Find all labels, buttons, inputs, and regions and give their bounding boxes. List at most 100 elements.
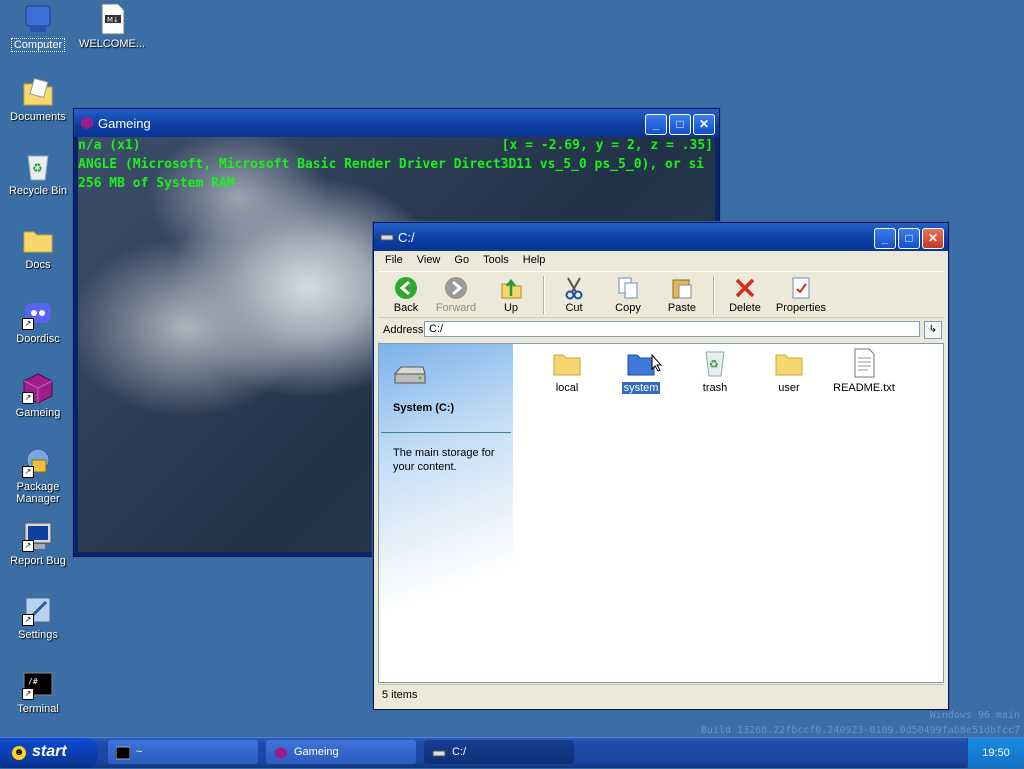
- hud-fps: n/a (x1): [78, 138, 141, 153]
- desktop-icon-label: WELCOME...: [78, 38, 145, 50]
- copy-icon: [616, 276, 640, 300]
- address-input[interactable]: [424, 321, 920, 337]
- hud-memory: 256 MB of System RAM: [78, 176, 235, 191]
- menu-help[interactable]: Help: [516, 251, 553, 269]
- properties-button[interactable]: Properties: [771, 274, 831, 314]
- discord-icon: ↗: [22, 298, 54, 330]
- drive-icon: [380, 230, 394, 244]
- smiley-icon: ☻: [12, 746, 26, 760]
- desktop-icon-welcome[interactable]: M↓ WELCOME...: [77, 3, 147, 50]
- menu-bar: File View Go Tools Help: [378, 251, 944, 271]
- package-icon: ↗: [22, 446, 54, 478]
- settings-icon: ↗: [22, 594, 54, 626]
- close-button[interactable]: ✕: [922, 228, 944, 249]
- drive-icon: [432, 745, 446, 759]
- start-label: start: [32, 743, 67, 760]
- desktop-icon-doordisc[interactable]: ↗ Doordisc: [3, 298, 73, 345]
- markdown-file-icon: M↓: [96, 3, 128, 35]
- toolbar-separator: [713, 276, 715, 314]
- desktop-icon-label: Settings: [18, 629, 58, 641]
- cube-icon: [274, 745, 288, 759]
- cut-button[interactable]: Cut: [548, 274, 600, 314]
- minimize-button[interactable]: _: [874, 228, 896, 249]
- desktop-icon-label: Terminal: [17, 703, 59, 715]
- terminal-icon: [115, 745, 131, 760]
- build-watermark-line1: Windows 96 main: [929, 710, 1020, 721]
- menu-tools[interactable]: Tools: [476, 251, 516, 269]
- hud-renderer: ANGLE (Microsoft, Microsoft Basic Render…: [78, 157, 705, 172]
- task-label: ~: [136, 746, 143, 758]
- desktop-icon-settings[interactable]: ↗ Settings: [3, 594, 73, 641]
- desktop-icon-docs[interactable]: Docs: [3, 224, 73, 271]
- file-label: user: [778, 382, 800, 394]
- maximize-button[interactable]: □: [898, 228, 920, 249]
- desktop-icon-computer[interactable]: Computer: [3, 3, 73, 52]
- file-item-readme[interactable]: README.txt: [829, 348, 899, 394]
- task-label: Gameing: [294, 746, 339, 758]
- paste-label: Paste: [667, 302, 697, 314]
- desktop-icon-gameing[interactable]: ↗ Gameing: [3, 372, 73, 419]
- toolbar-separator: [543, 276, 545, 314]
- copy-label: Copy: [615, 302, 641, 314]
- terminal-icon: /# ↗: [22, 668, 54, 700]
- desktop-icon-recycle-bin[interactable]: ♻ Recycle Bin: [3, 150, 73, 197]
- back-button[interactable]: Back: [380, 274, 432, 314]
- go-arrow-icon[interactable]: ↳: [924, 321, 942, 339]
- computer-icon: [22, 3, 54, 35]
- delete-button[interactable]: Delete: [719, 274, 771, 314]
- file-item-trash[interactable]: ♻ trash: [684, 348, 746, 394]
- folder-icon: [22, 224, 54, 256]
- file-item-local[interactable]: local: [536, 348, 598, 394]
- taskbar-item-terminal[interactable]: ~: [108, 740, 258, 764]
- svg-text:/#: /#: [28, 677, 38, 686]
- forward-button[interactable]: Forward: [430, 274, 482, 314]
- explorer-titlebar[interactable]: C:/ _ □ ✕: [374, 223, 948, 251]
- text-file-icon: [849, 348, 879, 378]
- back-arrow-icon: [394, 276, 418, 300]
- minimize-button[interactable]: _: [645, 114, 667, 135]
- desktop-icon-package-manager[interactable]: ↗ Package Manager: [3, 446, 73, 505]
- svg-text:M↓: M↓: [107, 16, 119, 24]
- cut-label: Cut: [565, 302, 583, 314]
- status-text: 5 items: [382, 689, 418, 701]
- taskbar-item-gameing[interactable]: Gameing: [266, 740, 416, 764]
- desktop-icon-terminal[interactable]: /# ↗ Terminal: [3, 668, 73, 715]
- desktop-icon-documents[interactable]: Documents: [3, 76, 73, 123]
- start-button[interactable]: ☻ start: [0, 738, 98, 768]
- game-window-titlebar[interactable]: Gameing _ □ ✕: [74, 109, 719, 137]
- maximize-button[interactable]: □: [669, 114, 691, 135]
- file-view[interactable]: System (C:) The main storage for your co…: [378, 343, 944, 683]
- desktop-icon-label: Package Manager: [16, 481, 60, 505]
- hard-drive-icon: [393, 364, 427, 389]
- file-item-user[interactable]: user: [758, 348, 820, 394]
- explorer-window[interactable]: C:/ _ □ ✕ File View Go Tools Help Back Forwa…: [373, 222, 949, 710]
- menu-file[interactable]: File: [378, 251, 410, 269]
- close-button[interactable]: ✕: [693, 114, 715, 135]
- up-folder-icon: [499, 276, 523, 300]
- cube-icon: ↗: [22, 372, 54, 404]
- taskbar-item-explorer[interactable]: C:/: [424, 740, 574, 764]
- folder-icon: [552, 348, 582, 378]
- monitor-bug-icon: ↗: [22, 520, 54, 552]
- window-title: Gameing: [98, 116, 151, 131]
- desktop-icon-report-bug[interactable]: ↗ Report Bug: [3, 520, 73, 567]
- drive-title: System (C:): [393, 402, 455, 414]
- status-bar: 5 items: [378, 684, 944, 705]
- shortcut-arrow-icon: ↗: [22, 392, 34, 404]
- file-label: README.txt: [833, 382, 895, 394]
- up-label: Up: [503, 302, 519, 314]
- clock[interactable]: 19:50: [967, 738, 1024, 768]
- shortcut-arrow-icon: ↗: [22, 614, 34, 626]
- copy-button[interactable]: Copy: [602, 274, 654, 314]
- drive-description: The main storage for your content.: [393, 447, 495, 473]
- svg-text:♻: ♻: [709, 358, 719, 371]
- up-button[interactable]: Up: [485, 274, 537, 314]
- desktop-icon-label: Docs: [25, 259, 51, 271]
- properties-label: Properties: [775, 302, 827, 314]
- menu-view[interactable]: View: [410, 251, 448, 269]
- desktop-icon-label: Computer: [10, 38, 66, 52]
- menu-go[interactable]: Go: [447, 251, 476, 269]
- scissors-icon: [562, 276, 586, 300]
- paste-button[interactable]: Paste: [656, 274, 708, 314]
- window-title: C:/: [398, 230, 415, 245]
